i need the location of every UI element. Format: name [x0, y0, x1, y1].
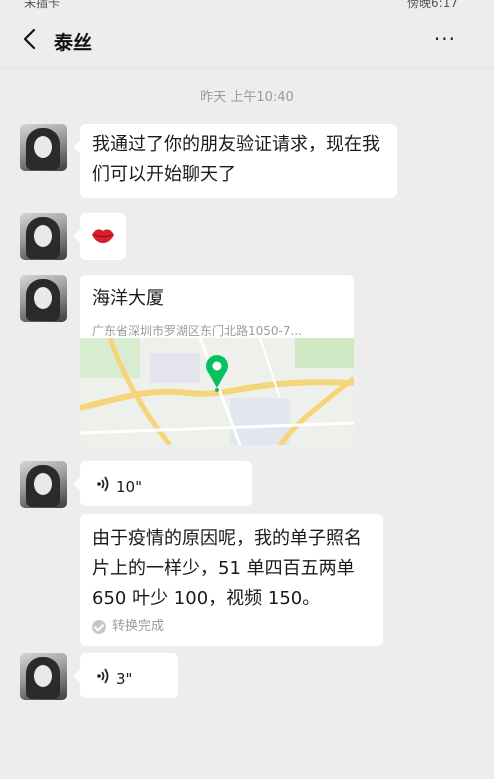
avatar[interactable]: [20, 653, 67, 700]
message-text: 我通过了你的朋友验证请求，现在我们可以开始聊天了: [92, 134, 380, 185]
chat-title: 泰丝: [54, 32, 93, 54]
message-bubble[interactable]: [73, 213, 126, 260]
avatar[interactable]: [20, 275, 67, 322]
lips-icon: [92, 229, 114, 243]
transcription-text: 由于疫情的原因呢，我的单子照名片上的一样少，51 单四百五两单 650 叶少 1…: [92, 528, 362, 609]
voice-wave-icon: [97, 668, 109, 684]
voice-message[interactable]: 3": [73, 653, 178, 698]
message-timestamp: 昨天 上午10:40: [200, 90, 294, 105]
transcription-bubble[interactable]: 由于疫情的原因呢，我的单子照名片上的一样少，51 单四百五两单 650 叶少 1…: [80, 514, 383, 646]
location-name: 海洋大厦: [92, 288, 164, 309]
check-circle-icon: [92, 620, 106, 634]
carrier-text: 未插卡: [24, 0, 61, 10]
avatar[interactable]: [20, 461, 67, 508]
voice-message[interactable]: 10": [73, 461, 252, 506]
avatar[interactable]: [20, 213, 67, 260]
voice-duration: 3": [116, 670, 133, 688]
voice-duration: 10": [116, 478, 142, 496]
more-options-icon[interactable]: ···: [434, 29, 456, 49]
avatar[interactable]: [20, 124, 67, 171]
back-arrow-icon[interactable]: [20, 28, 42, 50]
location-card[interactable]: 海洋大厦 广东省深圳市罗湖区东门北路1050-7...: [80, 275, 354, 445]
chat-header: 泰丝 ···: [0, 10, 494, 68]
voice-wave-icon: [97, 476, 109, 492]
status-bar: 未插卡 傍晚6:17: [0, 0, 494, 10]
clock-text: 傍晚6:17: [407, 0, 458, 10]
message-bubble[interactable]: 我通过了你的朋友验证请求，现在我们可以开始聊天了: [73, 124, 397, 198]
conversion-status: 转换完成: [92, 618, 371, 636]
header-divider: [0, 68, 494, 69]
map-thumbnail: [80, 338, 354, 445]
conversion-label: 转换完成: [112, 619, 165, 634]
